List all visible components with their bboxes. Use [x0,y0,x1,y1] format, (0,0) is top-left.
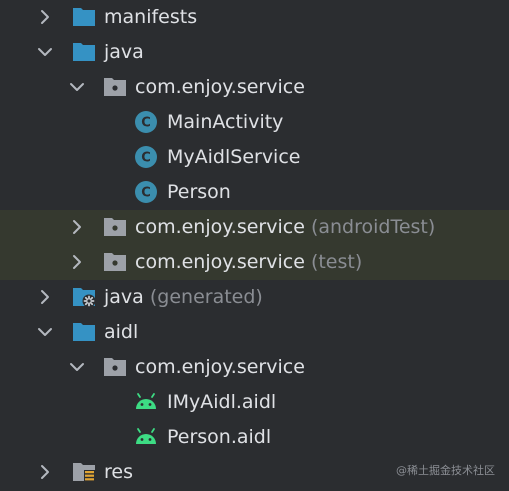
tree-row-label: Person [167,181,231,203]
tree-row-class[interactable]: C MyAidlService [0,140,509,175]
tree-row-suffix: (androidTest) [310,216,436,238]
tree-row-label: manifests [104,6,198,28]
tree-row-label: MyAidlService [167,146,301,168]
android-icon [136,393,156,409]
tree-row-package-test[interactable]: com.enjoy.service (test) [0,245,509,280]
tree-row-package[interactable]: com.enjoy.service [0,350,509,385]
generated-folder-icon [73,288,96,308]
svg-text:C: C [141,116,151,131]
tree-row-aidl-file[interactable]: Person.aidl [0,420,509,455]
folder-blue-icon [73,323,95,341]
tree-row-label: java [104,41,144,63]
tree-row-label: res [104,461,133,483]
tree-row-label: MainActivity [167,111,284,133]
tree-row-java-generated[interactable]: java (generated) [0,280,509,315]
package-icon [104,78,126,96]
tree-row-package[interactable]: com.enjoy.service [0,70,509,105]
tree-row-package-android-test[interactable]: com.enjoy.service (androidTest) [0,210,509,245]
package-icon [104,218,126,236]
class-icon: C [135,146,157,168]
tree-row-label: java (generated) [104,286,263,308]
tree-row-label: aidl [104,321,139,343]
package-icon [104,358,126,376]
chevron-down-icon[interactable] [36,43,54,61]
tree-row-manifests[interactable]: manifests [0,0,509,35]
class-icon: C [135,181,157,203]
tree-row-label: com.enjoy.service (androidTest) [135,216,436,238]
tree-row-aidl[interactable]: aidl [0,315,509,350]
tree-row-class[interactable]: C MainActivity [0,105,509,140]
chevron-right-icon[interactable] [68,253,86,271]
tree-row-aidl-file[interactable]: IMyAidl.aidl [0,385,509,420]
chevron-right-icon[interactable] [36,288,54,306]
tree-row-label: com.enjoy.service [135,356,305,378]
tree-row-suffix: (generated) [149,286,263,308]
chevron-right-icon[interactable] [68,218,86,236]
tree-row-label: com.enjoy.service [135,76,305,98]
chevron-right-icon[interactable] [36,463,54,481]
chevron-down-icon[interactable] [68,358,86,376]
package-icon [104,253,126,271]
android-icon [136,428,156,444]
svg-text:C: C [141,151,151,166]
project-tree: manifests java com.enjoy.service C MainA… [0,0,509,490]
tree-row-label: IMyAidl.aidl [167,391,277,413]
class-icon: C [135,111,157,133]
tree-row-suffix: (test) [310,251,363,273]
tree-row-class[interactable]: C Person [0,175,509,210]
folder-blue-icon [73,8,95,26]
chevron-down-icon[interactable] [68,78,86,96]
svg-text:C: C [141,186,151,201]
chevron-right-icon[interactable] [36,8,54,26]
folder-blue-icon [73,43,95,61]
resources-folder-icon [73,463,95,483]
tree-row-label: com.enjoy.service (test) [135,251,363,273]
watermark: @稀土掘金技术社区 [396,464,495,477]
chevron-down-icon[interactable] [36,323,54,341]
tree-row-java[interactable]: java [0,35,509,70]
tree-row-label: Person.aidl [167,426,272,448]
